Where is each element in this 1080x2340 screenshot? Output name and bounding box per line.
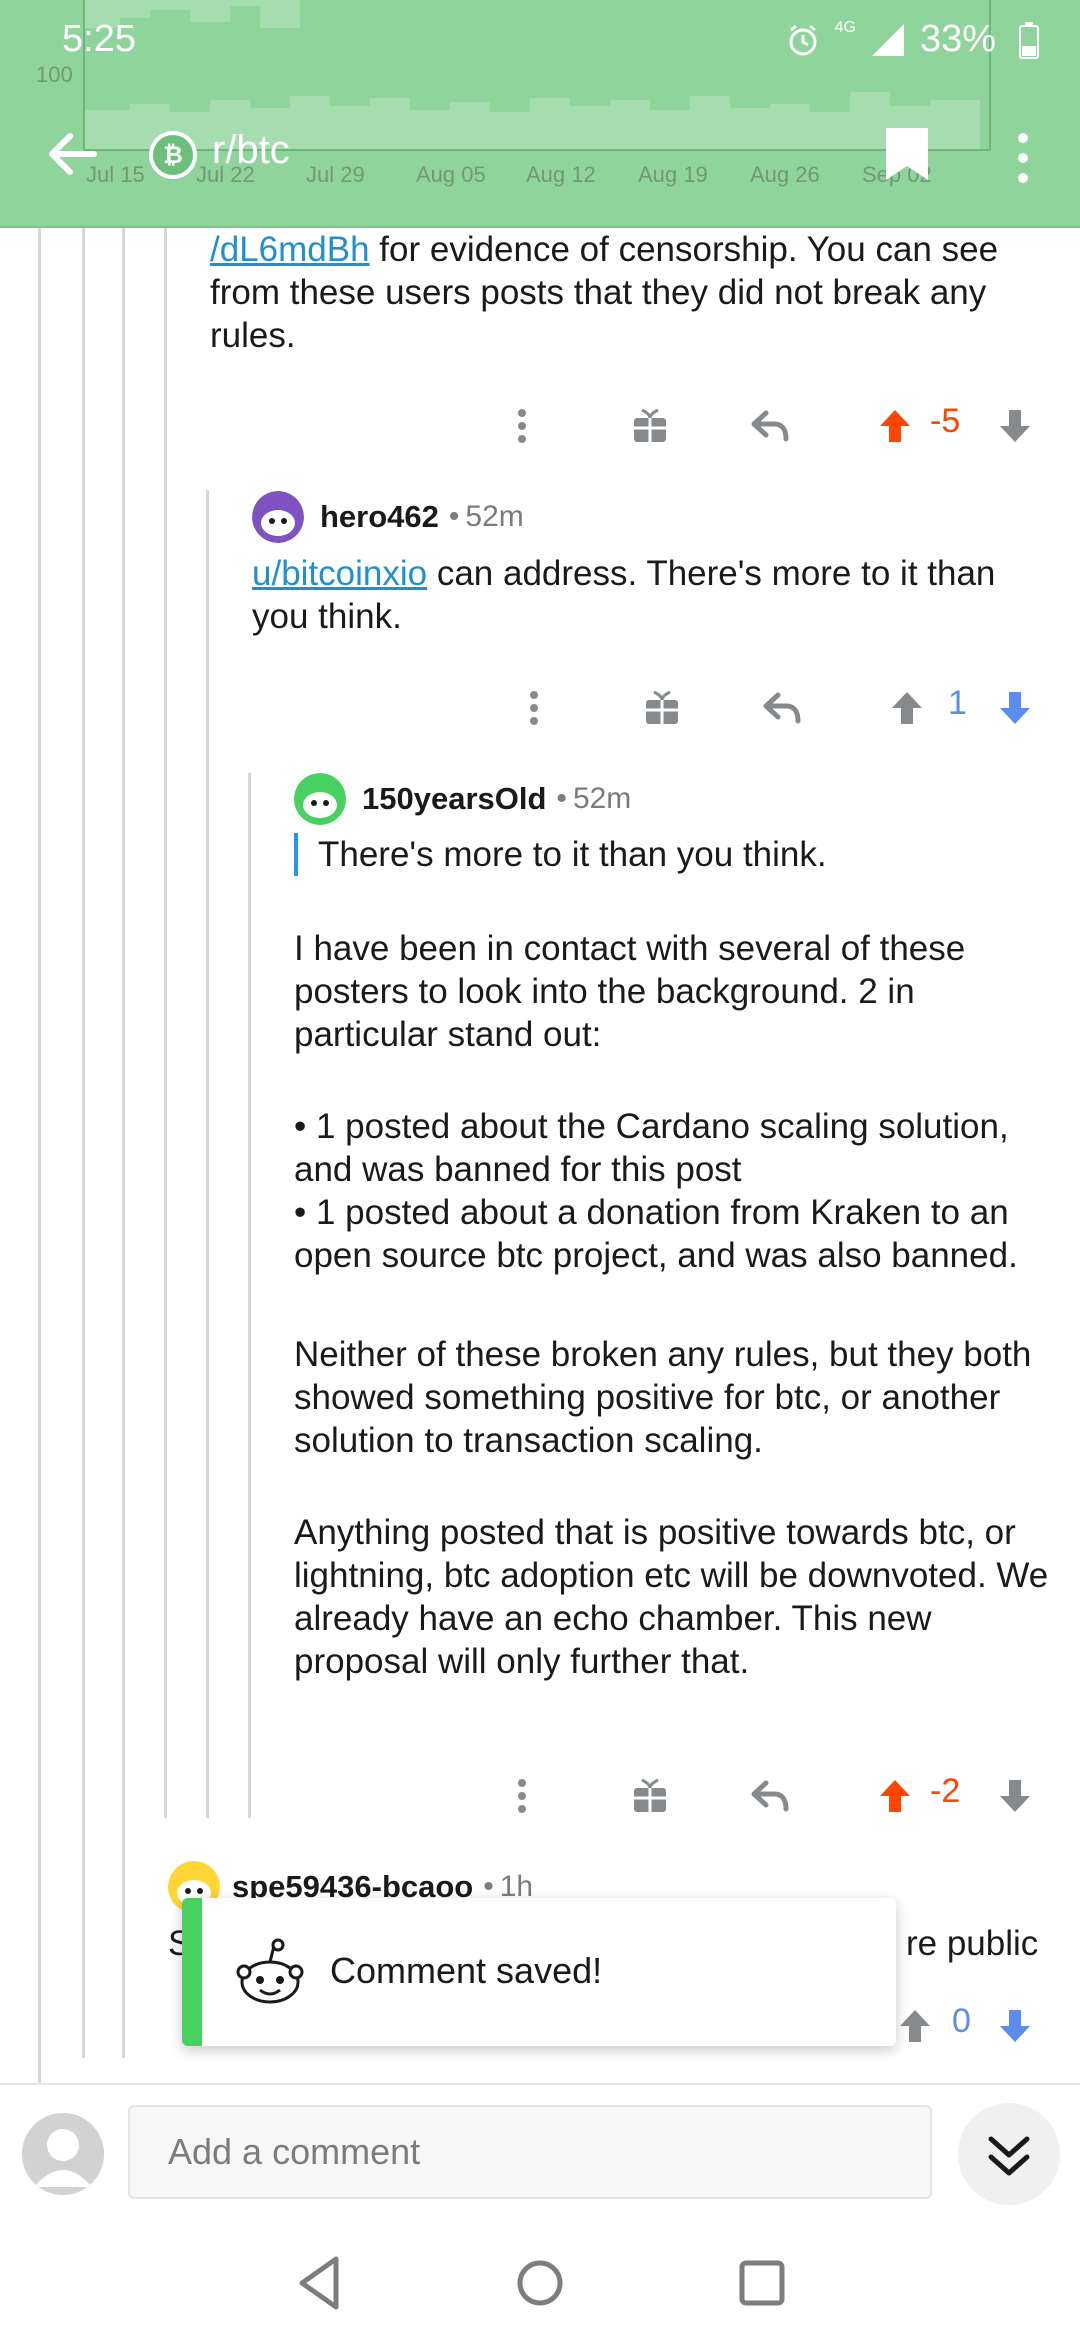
more-vertical-icon [518,409,526,443]
upvote-button[interactable] [890,1996,940,2056]
thread-guide-line [122,228,125,2058]
alarm-icon [789,24,817,55]
svg-text:₿: ₿ [163,142,183,169]
collapse-threads-button[interactable] [958,2103,1060,2205]
more-options-icon[interactable] [1012,130,1034,186]
signal-icon [871,23,904,56]
comment-score: 0 [952,2002,971,2040]
comment-score: 1 [948,684,967,722]
comment-header: hero462 • 52m [252,491,524,543]
comment-score: -2 [930,1772,961,1810]
award-button[interactable] [620,396,680,456]
comment-text-end: re public [906,1924,1039,1963]
battery-percent: 33% [919,18,996,60]
award-button[interactable] [620,1766,680,1826]
reply-button[interactable] [752,678,812,738]
downvote-button[interactable] [990,1996,1040,2056]
comment-link[interactable]: /dL6mdBh [210,230,370,269]
gift-icon [634,408,666,442]
toast-notification: Comment saved! [182,1898,896,2046]
status-time: 5:25 [62,18,136,60]
comment-thread: /dL6mdBh for evidence of censorship. You… [0,228,1080,2083]
nav-recents-icon[interactable] [730,2251,794,2315]
avatar[interactable] [252,491,304,543]
reply-icon [751,1780,789,1812]
comment-header: 150yearsOld • 52m [294,773,632,825]
upvote-button[interactable] [882,678,932,738]
gift-icon [646,690,678,724]
upvote-button[interactable] [870,1766,920,1826]
network-type: 4G [834,18,856,36]
subreddit-name[interactable]: r/btc [212,128,290,173]
downvote-arrow-icon [1000,692,1030,724]
nav-back-icon[interactable] [288,2251,352,2315]
snoo-icon [236,1938,304,2004]
thread-guide-line [206,490,209,1818]
comment-paragraph: Anything posted that is positive towards… [294,1513,1049,1681]
user-mention-link[interactable]: u/bitcoinxio [252,554,427,593]
back-arrow-icon[interactable] [44,126,100,182]
quote-block: There's more to it than you think. [294,833,1054,876]
downvote-button[interactable] [990,396,1040,456]
downvote-arrow-icon [1000,410,1030,442]
avatar[interactable] [294,773,346,825]
app-bar: ₿ r/btc [0,110,1080,200]
comment-score: -5 [930,402,961,440]
comment-bullet: • 1 posted about a donation from Kraken … [294,1193,1018,1275]
upvote-arrow-icon [892,692,922,724]
comment-actions: 1 [512,678,1040,738]
battery-icon [1019,22,1039,59]
bookmark-icon[interactable] [882,124,932,184]
comment-more-button[interactable] [500,1766,544,1826]
upvote-arrow-icon [900,2010,930,2042]
reply-icon [751,410,789,442]
upvote-arrow-icon [880,410,910,442]
toast-message: Comment saved! [330,1950,603,1991]
comment-actions: 0 [890,1996,1040,2056]
more-vertical-icon [530,691,538,725]
thread-guide-line [164,228,167,1818]
comment-body: /dL6mdBh for evidence of censorship. You… [210,228,1060,357]
downvote-arrow-icon [1000,1780,1030,1812]
comment-age: 52m [572,782,632,815]
quoted-text: There's more to it than you think. [318,835,827,874]
comment-composer: Add a comment [0,2083,1080,2223]
upvote-arrow-icon [880,1780,910,1812]
thread-guide-line [38,228,41,2083]
system-navigation-bar [0,2223,1080,2340]
downvote-button[interactable] [990,678,1040,738]
reply-button[interactable] [740,396,800,456]
comment-actions: -2 [500,1766,1040,1826]
award-button[interactable] [632,678,692,738]
add-comment-input[interactable]: Add a comment [128,2105,932,2199]
status-bar: 5:25 4G 33% [0,0,1080,80]
downvote-arrow-icon [1000,2010,1030,2042]
nav-home-icon[interactable] [508,2251,572,2315]
toast-accent-bar [182,1898,202,2046]
comment-actions: -5 [500,396,1040,456]
comment-paragraph: I have been in contact with several of t… [294,929,966,1054]
more-vertical-icon [518,1779,526,1813]
subreddit-bitcoin-icon[interactable]: ₿ [148,130,198,180]
thread-guide-line [248,773,251,1818]
reply-icon [763,692,801,724]
downvote-button[interactable] [990,1766,1040,1826]
comment-author[interactable]: hero462 [320,499,439,535]
comment-paragraph: Neither of these broken any rules, but t… [294,1335,1032,1460]
comment-body: u/bitcoinxio can address. There's more t… [252,552,1042,638]
comment-author[interactable]: 150yearsOld [362,781,546,817]
reply-button[interactable] [740,1766,800,1826]
subreddit-header: 100 Jul 15 Jul 22 Jul 29 Aug 05 Aug 12 A… [0,0,1080,228]
comment-age: 52m [465,500,524,533]
comment-bullet: • 1 posted about the Cardano scaling sol… [294,1107,1009,1189]
user-avatar[interactable] [22,2113,104,2195]
comment-more-button[interactable] [512,678,556,738]
comment-more-button[interactable] [500,396,544,456]
upvote-button[interactable] [870,396,920,456]
thread-guide-line [82,228,85,2058]
gift-icon [634,1778,666,1812]
